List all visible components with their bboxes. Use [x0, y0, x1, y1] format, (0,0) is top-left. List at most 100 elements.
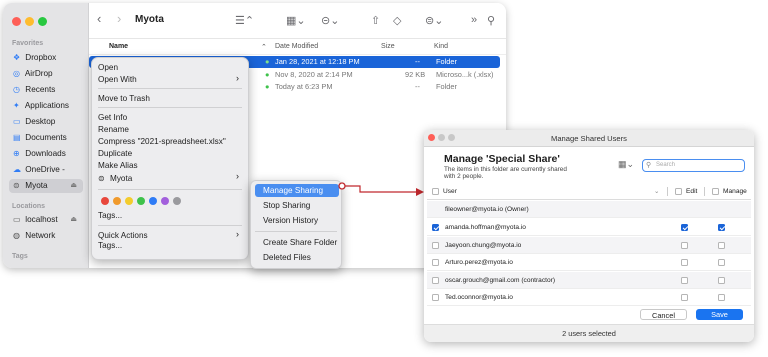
sort-chevron-icon[interactable]: ⌄ — [654, 183, 660, 200]
column-size[interactable]: Size — [381, 43, 395, 50]
menu-item-open-with[interactable]: Open With — [98, 75, 137, 84]
search-input[interactable]: ⚲ Search — [642, 159, 745, 172]
select-user-checkbox[interactable] — [432, 224, 439, 231]
tag-color-green[interactable] — [137, 197, 145, 205]
menu-item-rename[interactable]: Rename — [98, 125, 129, 134]
sidebar-item-label: Recents — [25, 85, 56, 94]
menu-item-open[interactable]: Open — [98, 63, 118, 72]
sidebar-item-recents[interactable]: ◷ Recents — [9, 83, 83, 97]
menu-item-duplicate[interactable]: Duplicate — [98, 149, 132, 158]
sidebar-item-applications[interactable]: ✦ Applications — [9, 99, 83, 113]
tag-color-gray[interactable] — [173, 197, 181, 205]
sidebar-item-label: Applications — [24, 101, 69, 110]
select-all-checkbox[interactable] — [432, 188, 439, 195]
more-actions-icon[interactable]: ⊝⌄ — [321, 14, 339, 27]
table-row[interactable]: Ted.oconnor@myota.io — [427, 289, 751, 306]
group-icon[interactable]: ▦⌄ — [286, 14, 306, 27]
myota-menu-icon[interactable]: ⊜⌄ — [425, 14, 443, 27]
edit-permission-checkbox[interactable] — [681, 294, 688, 301]
edit-permission-checkbox[interactable] — [681, 276, 688, 284]
search-icon[interactable]: ⚲ — [487, 14, 495, 27]
edit-permission-checkbox[interactable] — [681, 241, 688, 249]
eject-icon[interactable]: ⏏ — [70, 179, 77, 193]
table-row[interactable]: Jaeyoon.chung@myota.io — [427, 236, 751, 254]
menu-item-version-history[interactable]: Version History — [255, 214, 339, 227]
forward-icon[interactable]: › — [117, 11, 121, 26]
menu-item-myota[interactable]: ⊜ Myota — [98, 173, 132, 183]
sidebar-item-localhost[interactable]: ▭ localhost ⏏ — [9, 213, 83, 227]
manage-permission-checkbox[interactable] — [718, 276, 725, 284]
cancel-button[interactable]: Cancel — [640, 309, 687, 320]
manage-permission-checkbox[interactable] — [718, 259, 725, 266]
edit-permission-checkbox[interactable] — [681, 259, 688, 266]
row-date: Nov 8, 2020 at 2:14 PM — [275, 70, 353, 79]
menu-item-quick-actions[interactable]: Quick Actions — [98, 231, 148, 240]
search-placeholder: Search — [656, 162, 676, 168]
dialog-title: Manage Shared Users — [551, 134, 627, 143]
table-row[interactable]: oscar.grouch@gmail.com (contractor) — [427, 271, 751, 289]
manage-permission-checkbox[interactable] — [718, 294, 725, 301]
menu-item-make-alias[interactable]: Make Alias — [98, 161, 138, 170]
edit-permission-checkbox[interactable] — [681, 224, 688, 231]
sidebar-item-network[interactable]: ◍ Network — [9, 229, 83, 243]
menu-item-stop-sharing[interactable]: Stop Sharing — [255, 199, 339, 212]
tag-color-yellow[interactable] — [125, 197, 133, 205]
menu-item-get-info[interactable]: Get Info — [98, 113, 127, 122]
list-view-icon[interactable]: ☰⌃ — [235, 14, 254, 27]
manage-permission-checkbox[interactable] — [718, 241, 725, 249]
menu-separator — [98, 107, 242, 108]
column-user: User — [443, 188, 457, 195]
share-icon[interactable]: ⇧ — [371, 14, 380, 27]
sidebar-item-documents[interactable]: ▤ Documents — [9, 131, 83, 145]
sidebar-item-myota[interactable]: ⊜ Myota ⏏ — [9, 179, 83, 193]
menu-item-manage-sharing[interactable]: Manage Sharing — [255, 184, 339, 197]
select-user-checkbox[interactable] — [432, 259, 439, 266]
expand-toolbar-icon[interactable]: » — [471, 14, 477, 26]
eject-icon[interactable]: ⏏ — [70, 213, 77, 227]
sidebar-item-desktop[interactable]: ▭ Desktop — [9, 115, 83, 129]
edit-all-checkbox[interactable] — [675, 188, 682, 195]
column-name[interactable]: Name — [109, 43, 128, 50]
tag-color-purple[interactable] — [161, 197, 169, 205]
sidebar-item-airdrop[interactable]: ◎ AirDrop — [9, 67, 83, 81]
sidebar-item-downloads[interactable]: ⊕ Downloads — [9, 147, 83, 161]
search-icon: ⚲ — [646, 162, 652, 169]
select-user-checkbox[interactable] — [432, 276, 439, 284]
selection-status: 2 users selected — [562, 329, 616, 338]
menu-item-compress[interactable]: Compress "2021-spreadsheet.xlsx" — [98, 137, 226, 146]
column-kind[interactable]: Kind — [434, 43, 448, 50]
minimize-window-button[interactable] — [25, 17, 34, 26]
tag-icon[interactable]: ◇ — [393, 14, 401, 27]
menu-item-move-to-trash[interactable]: Move to Trash — [98, 94, 150, 103]
select-user-checkbox[interactable] — [432, 241, 439, 249]
manage-all-checkbox[interactable] — [712, 188, 719, 195]
menu-separator — [98, 88, 242, 89]
favorites-header: Favorites — [12, 40, 44, 47]
table-row[interactable]: Arturo.perez@myota.io — [427, 254, 751, 271]
column-date[interactable]: Date Modified — [275, 43, 318, 50]
tag-color-orange[interactable] — [113, 197, 121, 205]
menu-item-deleted-files[interactable]: Deleted Files — [255, 251, 339, 264]
menu-item-create-share-folder[interactable]: Create Share Folder — [255, 236, 339, 249]
user-email: Arturo.perez@myota.io — [445, 259, 513, 266]
sort-chevron-icon: ⌃ — [261, 44, 267, 51]
chevron-right-icon: › — [236, 229, 239, 239]
sidebar-item-dropbox[interactable]: ❖ Dropbox — [9, 51, 83, 65]
dialog-subtitle-line2: with 2 people. — [444, 173, 484, 180]
close-window-button[interactable] — [12, 17, 21, 26]
select-user-checkbox[interactable] — [432, 294, 439, 301]
back-icon[interactable]: ‹ — [97, 11, 101, 26]
tag-color-red[interactable] — [101, 197, 109, 205]
tag-color-blue[interactable] — [149, 197, 157, 205]
desktop-icon: ▭ — [13, 117, 21, 126]
manage-permission-checkbox[interactable] — [718, 224, 725, 231]
sidebar-item-onedrive[interactable]: ☁ OneDrive - — [9, 163, 83, 177]
user-email: Jaeyoon.chung@myota.io — [445, 241, 522, 249]
save-button[interactable]: Save — [696, 309, 743, 320]
menu-item-tags-2[interactable]: Tags... — [98, 241, 122, 250]
zoom-window-button[interactable] — [38, 17, 47, 26]
network-icon: ◍ — [13, 231, 20, 240]
table-row[interactable]: amanda.hoffman@myota.io — [427, 219, 751, 236]
menu-item-tags[interactable]: Tags... — [98, 211, 122, 220]
view-options-icon[interactable]: ▦⌄ — [618, 159, 634, 170]
